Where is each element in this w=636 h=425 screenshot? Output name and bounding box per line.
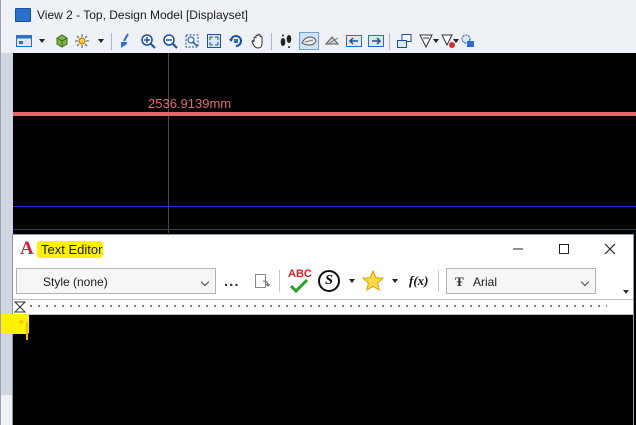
- text-editor-titlebar[interactable]: A Text Editor: [13, 235, 633, 263]
- view-attributes-dropdown-icon[interactable]: [39, 39, 45, 43]
- toolbar-separator: [438, 270, 439, 292]
- font-select[interactable]: Ŧ Arial: [446, 268, 596, 294]
- fx-button[interactable]: f(x): [409, 273, 429, 289]
- text-caret: [26, 322, 28, 340]
- view-toolbar: [1, 30, 636, 54]
- chevron-down-icon: [200, 277, 210, 287]
- toolbar-overflow-icon[interactable]: [623, 290, 629, 294]
- blue-guide-line: [13, 229, 636, 230]
- toolbar-separator: [279, 270, 280, 292]
- maximize-button[interactable]: [541, 235, 587, 263]
- dimension-line: [13, 112, 636, 116]
- lighting-icon[interactable]: [73, 32, 91, 50]
- text-editor-logo-icon: A: [20, 238, 34, 259]
- toolbar-separator: [111, 33, 112, 50]
- blue-guide-line: [13, 206, 636, 207]
- style-select-value: Style (none): [43, 275, 108, 289]
- zoom-out-icon[interactable]: [161, 32, 179, 50]
- update-view-icon[interactable]: [117, 32, 135, 50]
- copy-view-icon[interactable]: [395, 32, 413, 50]
- display-style-icon[interactable]: [53, 32, 71, 50]
- favorites-star-icon[interactable]: [361, 269, 385, 297]
- style-select[interactable]: Style (none): [16, 268, 216, 294]
- view-previous-icon[interactable]: [299, 32, 319, 50]
- symbol-dropdown-icon[interactable]: [349, 279, 355, 283]
- view-title: View 2 - Top, Design Model [Displayset]: [37, 8, 248, 22]
- truetype-icon: Ŧ: [455, 274, 464, 289]
- view-app-icon: [15, 8, 31, 22]
- pan-view-icon[interactable]: [249, 32, 267, 50]
- window-area-icon[interactable]: [183, 32, 201, 50]
- favorites-dropdown-icon[interactable]: [392, 279, 398, 283]
- symbol-button[interactable]: S: [318, 270, 340, 292]
- checkmark-icon: [290, 279, 308, 293]
- chevron-down-icon: [580, 277, 590, 287]
- toolbar-separator: [271, 33, 272, 50]
- camera-icon[interactable]: [459, 32, 477, 50]
- spell-check-button[interactable]: ABC: [285, 268, 312, 294]
- text-editor-input[interactable]: [13, 315, 633, 425]
- dimension-label: 2536.9139mm: [148, 96, 232, 111]
- font-select-value: Arial: [473, 275, 498, 289]
- view-next-icon[interactable]: [323, 32, 341, 50]
- fit-view-icon[interactable]: [205, 32, 223, 50]
- text-editor-toolbar: Style (none) ... ABC S f(x) Ŧ Arial: [13, 263, 633, 299]
- cursor-highlight: [1, 314, 29, 334]
- zoom-in-icon[interactable]: [139, 32, 157, 50]
- ruler-ticks: [27, 305, 607, 307]
- text-editor-dialog: A Text Editor Style (none) ... ABC S f(x…: [1, 234, 634, 425]
- ruler[interactable]: [13, 299, 633, 315]
- indent-marker-icon[interactable]: [14, 301, 26, 313]
- view-titlebar: View 2 - Top, Design Model [Displayset]: [1, 0, 636, 30]
- rotate-view-icon[interactable]: [227, 32, 245, 50]
- paste-format-icon[interactable]: [253, 272, 271, 290]
- walk-icon[interactable]: [277, 32, 295, 50]
- cursor-marker: *: [19, 317, 24, 331]
- view-attributes-icon[interactable]: [15, 32, 33, 50]
- text-editor-title: Text Editor: [41, 242, 103, 257]
- minimize-button[interactable]: [495, 235, 541, 263]
- previous-view-arrow-icon[interactable]: [345, 32, 363, 50]
- next-view-arrow-icon[interactable]: [367, 32, 385, 50]
- toolbar-separator: [389, 33, 390, 50]
- close-button[interactable]: [587, 235, 633, 263]
- more-styles-button[interactable]: ...: [224, 273, 240, 290]
- lighting-dropdown-icon[interactable]: [98, 39, 104, 43]
